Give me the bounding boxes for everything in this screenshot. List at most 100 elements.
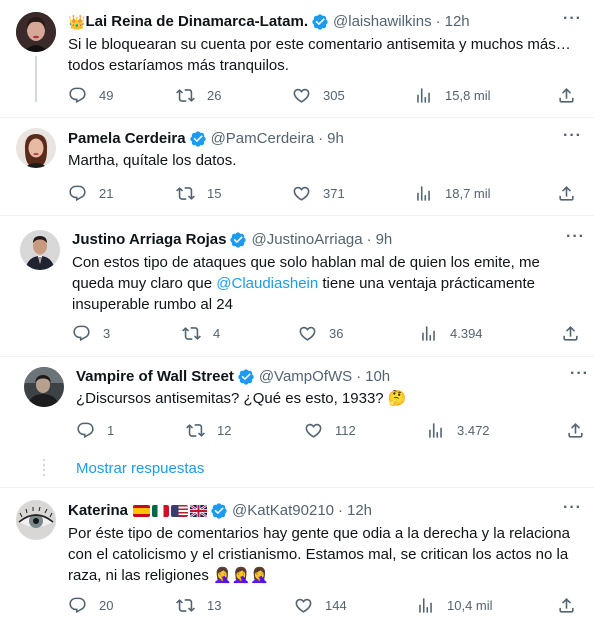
display-name[interactable]: Pamela Cerdeira — [68, 129, 186, 149]
handle[interactable]: @KatKat90210 — [232, 501, 334, 521]
like-count: 36 — [329, 326, 344, 341]
timestamp[interactable]: 10h — [365, 367, 390, 387]
reply-button[interactable]: 49 — [68, 86, 113, 105]
reply-icon — [76, 421, 95, 440]
timestamp[interactable]: 12h — [347, 501, 372, 521]
retweet-button[interactable]: 15 — [176, 184, 221, 203]
timestamp[interactable]: 9h — [327, 129, 344, 149]
avatar[interactable] — [16, 500, 56, 540]
retweet-count: 15 — [207, 186, 222, 201]
bar-chart-icon — [426, 421, 445, 440]
display-name[interactable]: Katerina — [68, 501, 128, 521]
retweet-count: 13 — [207, 598, 222, 613]
bar-chart-icon — [414, 184, 433, 203]
crown-emoji: 👑 — [68, 14, 86, 30]
views-button[interactable]: 15,8 mil — [414, 86, 491, 105]
retweet-button[interactable]: 4 — [182, 324, 220, 343]
like-button[interactable]: 36 — [298, 324, 343, 343]
views-button[interactable]: 3.472 — [426, 421, 490, 440]
flag-usa — [171, 505, 189, 517]
share-button[interactable] — [557, 86, 588, 105]
avatar[interactable] — [24, 367, 64, 407]
share-icon — [557, 86, 576, 105]
like-button[interactable]: 144 — [294, 596, 347, 615]
tweet[interactable]: 👑 Lai Reina de Dinamarca-Latam. @laishaw… — [0, 0, 594, 117]
reply-icon — [68, 596, 87, 615]
more-options-icon[interactable]: ··· — [563, 499, 582, 517]
like-count: 144 — [325, 598, 347, 613]
tweet[interactable]: Justino Arriaga Rojas @JustinoArriaga · … — [0, 216, 594, 356]
reply-count: 3 — [103, 326, 111, 341]
heart-icon — [292, 86, 311, 105]
share-icon — [566, 421, 585, 440]
bar-chart-icon — [414, 86, 433, 105]
heart-icon — [304, 421, 323, 440]
views-button[interactable]: 4.394 — [419, 324, 483, 343]
retweet-button[interactable]: 26 — [176, 86, 221, 105]
timestamp[interactable]: 9h — [376, 230, 393, 250]
share-button[interactable] — [566, 421, 594, 440]
reply-button[interactable]: 21 — [68, 184, 113, 203]
separator-dot: · — [435, 13, 441, 30]
heart-icon — [292, 184, 311, 203]
separator-dot: · — [318, 130, 324, 147]
share-button[interactable] — [561, 324, 592, 343]
like-button[interactable]: 112 — [304, 421, 356, 440]
tweet[interactable]: Vampire of Wall Street @VampOfWS · 10h ·… — [0, 357, 594, 486]
retweet-icon — [176, 184, 195, 203]
verified-badge-icon — [210, 502, 228, 520]
like-count: 112 — [335, 423, 356, 438]
action-bar: 21 15 371 18,7 mil — [68, 184, 578, 204]
retweet-button[interactable]: 12 — [186, 421, 231, 440]
retweet-count: 26 — [207, 88, 222, 103]
handle[interactable]: @laishawilkins — [333, 12, 432, 32]
views-button[interactable]: 10,4 mil — [416, 596, 493, 615]
heart-icon — [294, 596, 313, 615]
retweet-button[interactable]: 13 — [176, 596, 221, 615]
avatar[interactable] — [20, 230, 60, 270]
tweet-text: Si le bloquearan su cuenta por este come… — [68, 36, 571, 74]
thread-dots — [43, 459, 45, 479]
retweet-count: 12 — [217, 423, 232, 438]
more-options-icon[interactable]: ··· — [570, 365, 589, 383]
tweet[interactable]: Pamela Cerdeira @PamCerdeira · 9h ··· Ma… — [0, 118, 594, 214]
more-options-icon[interactable]: ··· — [563, 127, 582, 145]
share-icon — [557, 596, 576, 615]
like-button[interactable]: 371 — [292, 184, 345, 203]
verified-badge-icon — [189, 130, 207, 148]
reply-icon — [68, 86, 87, 105]
mention-link[interactable]: @Claudiashein — [216, 275, 318, 292]
like-button[interactable]: 305 — [292, 86, 345, 105]
views-button[interactable]: 18,7 mil — [414, 184, 491, 203]
flag-spain — [133, 505, 151, 517]
more-options-icon[interactable]: ··· — [563, 10, 582, 28]
heart-icon — [298, 324, 317, 343]
tweet-text: ¿Discursos antisemitas? ¿Qué es esto, 19… — [76, 390, 407, 407]
share-button[interactable] — [557, 184, 588, 203]
avatar[interactable] — [16, 12, 56, 52]
action-bar: 20 13 144 10,4 mil — [68, 596, 578, 616]
verified-badge-icon — [237, 368, 255, 386]
display-name[interactable]: Justino Arriaga Rojas — [72, 230, 226, 250]
show-replies-link[interactable]: Mostrar respuestas — [76, 460, 204, 477]
handle[interactable]: @JustinoArriaga — [251, 230, 362, 250]
separator-dot: · — [338, 502, 343, 519]
display-name[interactable]: Vampire of Wall Street — [76, 367, 234, 387]
timestamp[interactable]: 12h — [445, 12, 470, 32]
more-options-icon[interactable]: ··· — [566, 228, 585, 246]
retweet-icon — [182, 324, 201, 343]
reply-button[interactable]: 20 — [68, 596, 113, 615]
reply-icon — [72, 324, 91, 343]
handle[interactable]: @VampOfWS — [259, 367, 352, 387]
display-name[interactable]: Lai Reina de Dinamarca-Latam. — [85, 12, 308, 32]
avatar[interactable] — [16, 128, 56, 168]
reply-button[interactable]: 3 — [72, 324, 110, 343]
verified-badge-icon — [311, 13, 329, 31]
tweet[interactable]: Katerina @KatKat90210 · 12h ··· Por éste… — [0, 488, 594, 625]
reply-button[interactable]: 1 — [76, 421, 114, 440]
verified-badge-icon — [229, 231, 247, 249]
share-button[interactable] — [557, 596, 588, 615]
handle[interactable]: @PamCerdeira — [211, 129, 315, 149]
retweet-icon — [176, 596, 195, 615]
reply-count: 49 — [99, 88, 114, 103]
